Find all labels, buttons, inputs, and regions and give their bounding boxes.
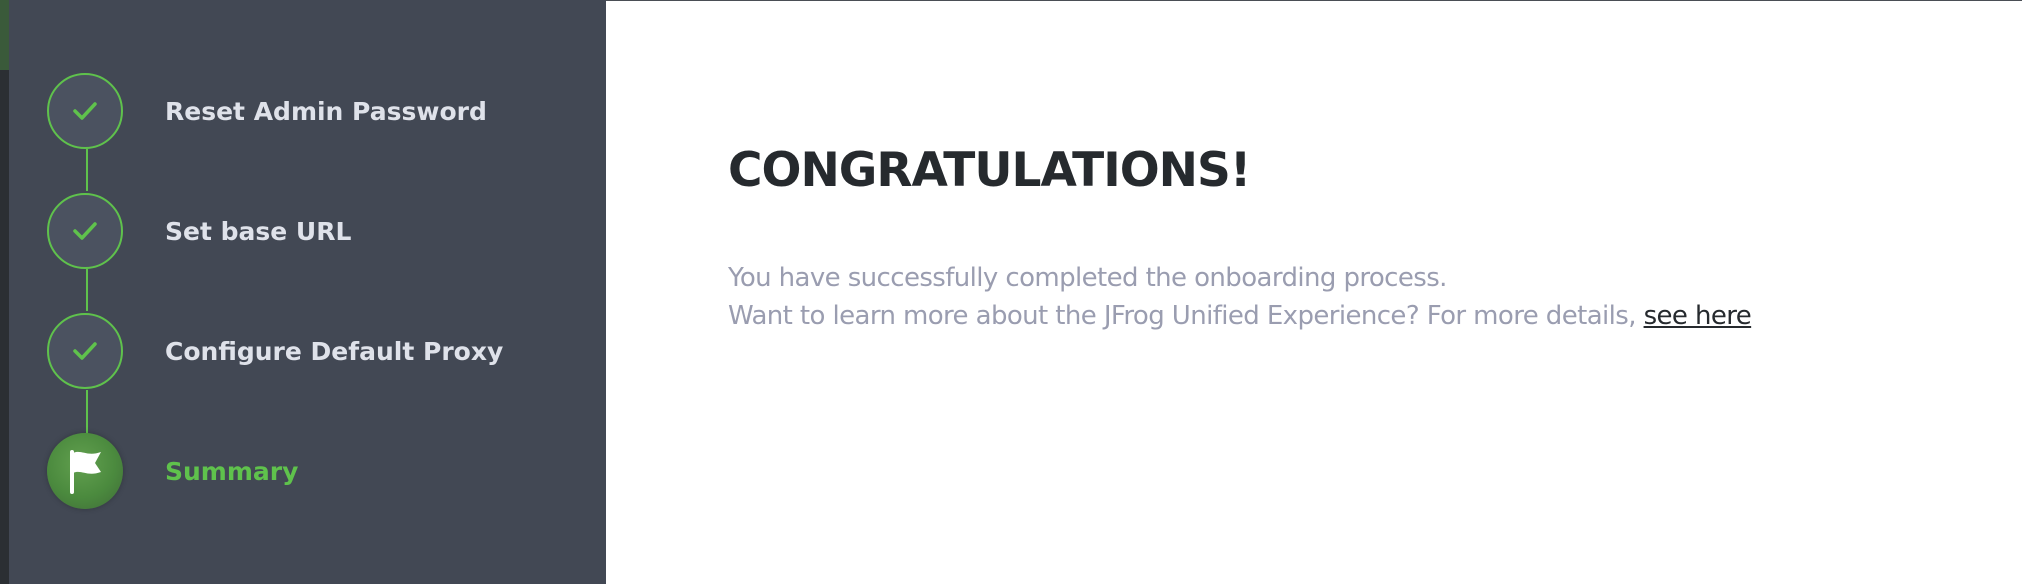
step-configure-default-proxy[interactable]: Configure Default Proxy <box>47 311 587 391</box>
step-complete-indicator <box>47 73 123 149</box>
edge-accent <box>0 0 9 70</box>
step-reset-admin-password[interactable]: Reset Admin Password <box>47 71 587 151</box>
main-content: CONGRATULATIONS! You have successfully c… <box>606 1 2022 584</box>
step-complete-indicator <box>47 193 123 269</box>
step-connector <box>86 269 88 311</box>
step-connector <box>86 149 88 191</box>
step-label: Summary <box>165 456 299 486</box>
completion-line: You have successfully completed the onbo… <box>728 263 1447 293</box>
see-here-link[interactable]: see here <box>1644 301 1752 331</box>
checkmark-icon <box>73 102 97 120</box>
checkmark-icon <box>73 342 97 360</box>
step-active-indicator <box>47 433 123 509</box>
step-label: Set base URL <box>165 216 352 246</box>
page-title: CONGRATULATIONS! <box>728 143 1251 198</box>
onboarding-steps-sidebar: Reset Admin Password Set base URL Config… <box>9 0 606 584</box>
step-label: Reset Admin Password <box>165 96 487 126</box>
step-summary[interactable]: Summary <box>47 431 587 511</box>
left-edge-strip <box>0 0 9 584</box>
learn-more-text: Want to learn more about the JFrog Unifi… <box>728 301 1644 331</box>
completion-message: You have successfully completed the onbo… <box>728 259 1752 335</box>
checkmark-icon <box>73 222 97 240</box>
flag-icon <box>70 450 101 494</box>
learn-more-line: Want to learn more about the JFrog Unifi… <box>728 297 1752 335</box>
onboarding-window: Reset Admin Password Set base URL Config… <box>0 0 2022 584</box>
step-set-base-url[interactable]: Set base URL <box>47 191 587 271</box>
step-label: Configure Default Proxy <box>165 336 504 366</box>
step-connector <box>86 390 88 434</box>
step-complete-indicator <box>47 313 123 389</box>
